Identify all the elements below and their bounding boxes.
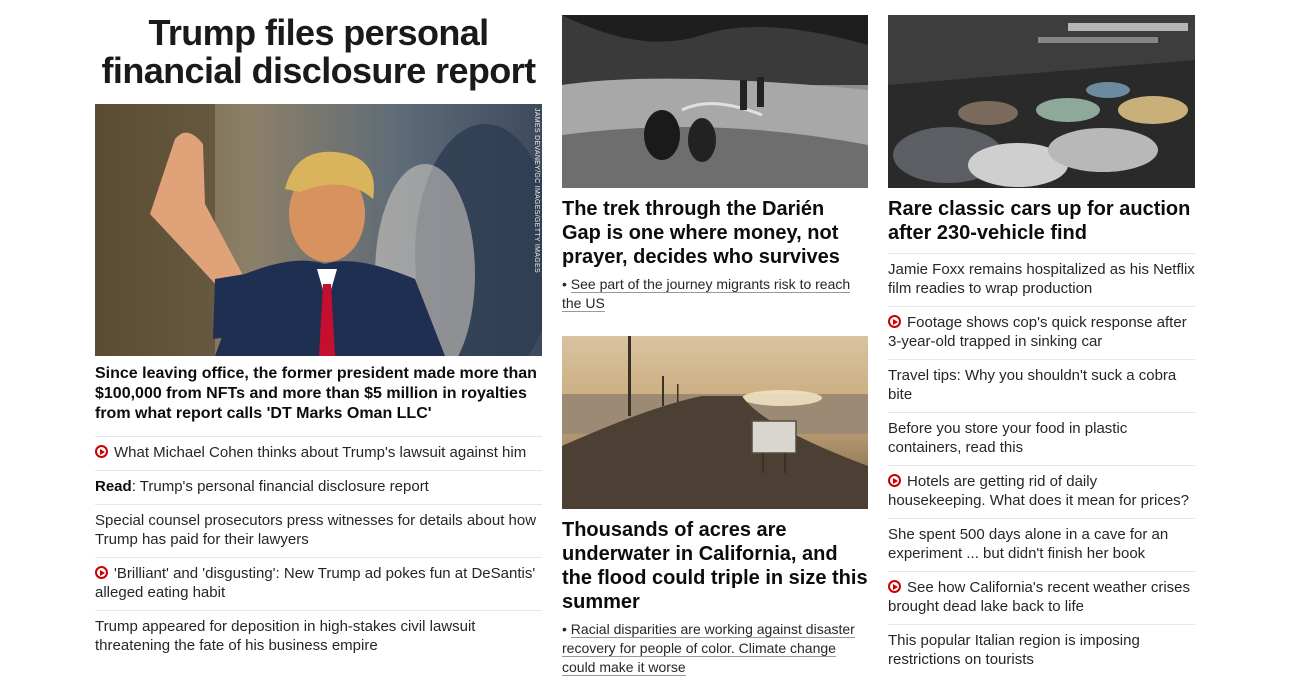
lead-related-list: What Michael Cohen thinks about Trump's … — [95, 436, 542, 663]
list-item-text: Before you store your food in plastic co… — [888, 420, 1128, 456]
related-item-special-counsel[interactable]: Special counsel prosecutors press witnes… — [95, 504, 542, 557]
list-item-text: She spent 500 days alone in a cave for a… — [888, 526, 1169, 562]
migrants-journey-link[interactable]: See part of the journey migrants risk to… — [562, 276, 851, 312]
related-item-disclosure-report[interactable]: Read: Trump's personal financial disclos… — [95, 470, 542, 504]
california-flood-image — [562, 336, 868, 509]
play-circle-icon — [95, 445, 108, 458]
play-circle-icon — [95, 566, 108, 579]
racial-disparities-link[interactable]: Racial disparities are working against d… — [562, 621, 855, 676]
darien-gap-headline[interactable]: The trek through the Darién Gap is one w… — [562, 197, 868, 269]
list-item-text: Travel tips: Why you shouldn't suck a co… — [888, 367, 1177, 403]
list-item-cave[interactable]: She spent 500 days alone in a cave for a… — [888, 518, 1195, 571]
list-item-text: See how California's recent weather cris… — [888, 579, 1190, 615]
lead-headline[interactable]: Trump files personal financial disclosur… — [95, 14, 542, 90]
darien-gap-sublink: • See part of the journey migrants risk … — [562, 275, 868, 313]
california-flood-headline[interactable]: Thousands of acres are underwater in Cal… — [562, 518, 868, 614]
classic-cars-photo[interactable] — [888, 15, 1195, 188]
list-item-text: Jamie Foxx remains hospitalized as his N… — [888, 261, 1195, 297]
related-text: Special counsel prosecutors press witnes… — [95, 512, 537, 548]
lead-column: Trump files personal financial disclosur… — [95, 0, 542, 663]
related-item-trump-ad[interactable]: 'Brilliant' and 'disgusting': New Trump … — [95, 557, 542, 610]
list-item-text: Footage shows cop's quick response after… — [888, 314, 1187, 350]
read-label: Read — [95, 478, 132, 495]
list-item-cobra-bite[interactable]: Travel tips: Why you shouldn't suck a co… — [888, 359, 1195, 412]
bullet: • — [562, 621, 567, 637]
list-item-dead-lake[interactable]: See how California's recent weather cris… — [888, 571, 1195, 624]
play-circle-icon — [888, 580, 901, 593]
trump-photo-image — [95, 104, 542, 356]
list-item-plastic-containers[interactable]: Before you store your food in plastic co… — [888, 412, 1195, 465]
list-item-hotels[interactable]: Hotels are getting rid of daily housekee… — [888, 465, 1195, 518]
related-item-deposition[interactable]: Trump appeared for deposition in high-st… — [95, 610, 542, 663]
related-item-cohen[interactable]: What Michael Cohen thinks about Trump's … — [95, 436, 542, 470]
lead-photo[interactable]: JAMES DEVANEY/GC IMAGES/GETTY IMAGES — [95, 104, 542, 356]
list-item-jamie-foxx[interactable]: Jamie Foxx remains hospitalized as his N… — [888, 253, 1195, 306]
photo-credit: JAMES DEVANEY/GC IMAGES/GETTY IMAGES — [533, 108, 540, 273]
related-text: : Trump's personal financial disclosure … — [131, 478, 429, 495]
classic-cars-image — [888, 15, 1195, 188]
related-text: What Michael Cohen thinks about Trump's … — [114, 444, 527, 461]
right-column: Rare classic cars up for auction after 2… — [888, 0, 1195, 677]
darien-gap-photo[interactable] — [562, 15, 868, 188]
darien-gap-image — [562, 15, 868, 188]
play-circle-icon — [888, 474, 901, 487]
classic-cars-headline[interactable]: Rare classic cars up for auction after 2… — [888, 197, 1195, 245]
list-item-italian-region[interactable]: This popular Italian region is imposing … — [888, 624, 1195, 677]
related-text: Trump appeared for deposition in high-st… — [95, 618, 476, 654]
play-circle-icon — [888, 315, 901, 328]
right-headline-list: Jamie Foxx remains hospitalized as his N… — [888, 253, 1195, 677]
list-item-text: Hotels are getting rid of daily housekee… — [888, 473, 1190, 509]
related-text: 'Brilliant' and 'disgusting': New Trump … — [95, 565, 536, 601]
middle-column: The trek through the Darién Gap is one w… — [562, 0, 868, 677]
list-item-cop-footage[interactable]: Footage shows cop's quick response after… — [888, 306, 1195, 359]
lead-summary[interactable]: Since leaving office, the former preside… — [95, 364, 542, 424]
california-flood-sublink: • Racial disparities are working against… — [562, 620, 868, 677]
bullet: • — [562, 276, 567, 292]
california-flood-photo[interactable] — [562, 336, 868, 509]
list-item-text: This popular Italian region is imposing … — [888, 632, 1140, 668]
